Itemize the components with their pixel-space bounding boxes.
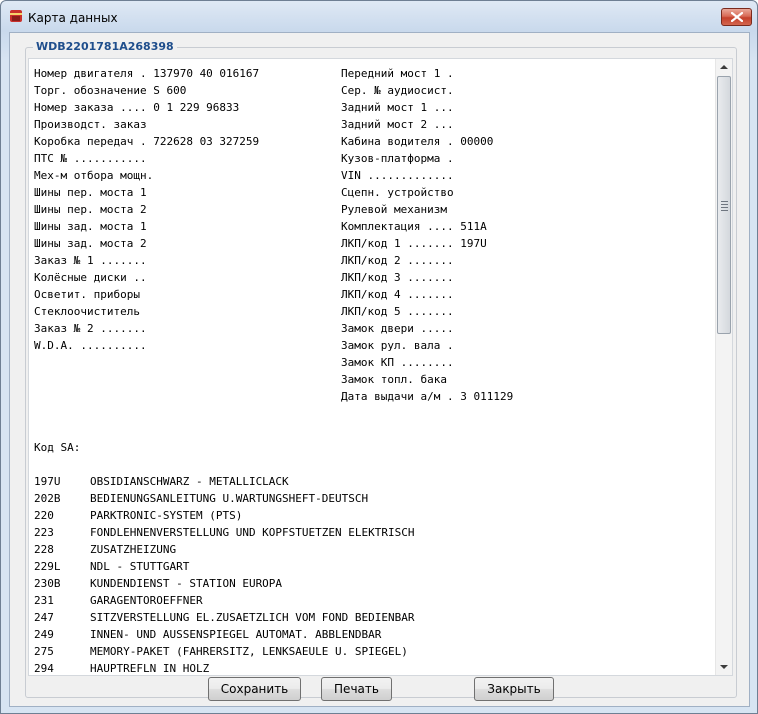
sa-code: 231 bbox=[34, 594, 54, 607]
vin-groupbox: WDB2201781A268398 Номер двигателя . 1379… bbox=[25, 40, 737, 698]
field-line: Номер двигателя . 137970 40 016167 bbox=[34, 67, 260, 80]
field-line: Торг. обозначение S 600 bbox=[34, 84, 187, 97]
sa-code-row: 249 INNEN- UND AUSSENSPIEGEL AUTOMAT. ABB… bbox=[34, 626, 714, 643]
sa-description: KUNDENDIENST - STATION EUROPA bbox=[90, 577, 283, 590]
sa-description: MEMORY-PAKET (FAHRERSITZ, LENKSAEULE U. … bbox=[90, 645, 408, 658]
vin-group-title: WDB2201781A268398 bbox=[33, 40, 177, 53]
sa-code-row: 223 FONDLEHNENVERSTELLUNG UND KOPFSTUETZE… bbox=[34, 524, 714, 541]
field-line: Задний мост 2 ... bbox=[341, 118, 454, 131]
close-x-icon bbox=[731, 12, 743, 22]
field-line: Номер заказа .... 0 1 229 96833 bbox=[34, 101, 240, 114]
field-line: ЛКП/код 4 ....... bbox=[341, 288, 454, 301]
field-line: VIN ............. bbox=[341, 169, 454, 182]
field-line: ЛКП/код 1 ....... 197U bbox=[341, 237, 487, 250]
sa-code-row: 294 HAUPTREFLN IN HOLZ bbox=[34, 660, 714, 675]
sa-code: 229L bbox=[34, 560, 61, 573]
data-text-area[interactable]: Номер двигателя . 137970 40 016167 Торг. … bbox=[28, 58, 733, 676]
field-line: Сцепн. устройство bbox=[341, 186, 454, 199]
field-line: Заказ № 1 ....... bbox=[34, 254, 147, 267]
field-line: Заказ № 2 ....... bbox=[34, 322, 147, 335]
grip-icon bbox=[721, 201, 728, 213]
sa-description: OBSIDIANSCHWARZ - METALLICLACK bbox=[90, 475, 289, 488]
field-line: Кабина водителя . 00000 bbox=[341, 135, 494, 148]
field-line: ЛКП/код 2 ....... bbox=[341, 254, 454, 267]
field-line: Рулевой механизм bbox=[341, 203, 447, 216]
sa-code-row: 229L NDL - STUTTGART bbox=[34, 558, 714, 575]
sa-description: FONDLEHNENVERSTELLUNG UND KOPFSTUETZEN E… bbox=[90, 526, 415, 539]
field-line: Замок топл. бака bbox=[341, 373, 447, 386]
sa-description: PARKTRONIC-SYSTEM (PTS) bbox=[90, 509, 243, 522]
sa-code: 197U bbox=[34, 475, 61, 488]
scroll-down-arrow[interactable] bbox=[716, 658, 732, 675]
sa-code: 202B bbox=[34, 492, 61, 505]
sa-code: 220 bbox=[34, 509, 54, 522]
field-line: Коробка передач . 722628 03 327259 bbox=[34, 135, 260, 148]
sa-code: 230B bbox=[34, 577, 61, 590]
close-button[interactable]: Закрыть bbox=[474, 677, 554, 701]
sa-code-row: 230B KUNDENDIENST - STATION EUROPA bbox=[34, 575, 714, 592]
sa-code-row: 220 PARKTRONIC-SYSTEM (PTS) bbox=[34, 507, 714, 524]
field-line: Кузов-платформа . bbox=[341, 152, 454, 165]
sa-codes-list: 197U OBSIDIANSCHWARZ - METALLICLACK 202B BE… bbox=[34, 473, 714, 675]
field-line: Сер. № аудиосист. bbox=[341, 84, 454, 97]
field-line: W.D.A. .......... bbox=[34, 339, 147, 352]
sa-description: HAUPTREFLN IN HOLZ bbox=[90, 662, 210, 675]
field-line: Шины зад. моста 2 bbox=[34, 237, 147, 250]
sa-description: GARAGENTOROEFFNER bbox=[90, 594, 203, 607]
sa-codes-label: Код SA: bbox=[34, 441, 81, 454]
field-line: Комплектация .... 511A bbox=[341, 220, 487, 233]
chevron-up-icon bbox=[720, 65, 728, 69]
sa-code: 228 bbox=[34, 543, 54, 556]
field-line: Шины пер. моста 2 bbox=[34, 203, 147, 216]
field-line: Шины пер. моста 1 bbox=[34, 186, 147, 199]
scroll-thumb[interactable] bbox=[717, 76, 731, 334]
chevron-down-icon bbox=[720, 665, 728, 669]
field-line: Мех-м отбора мощн. bbox=[34, 169, 154, 182]
sa-code-row: 275 MEMORY-PAKET (FAHRERSITZ, LENKSAEULE … bbox=[34, 643, 714, 660]
field-line: ЛКП/код 3 ....... bbox=[341, 271, 454, 284]
sa-description: ZUSATZHEIZUNG bbox=[90, 543, 177, 556]
sa-description: INNEN- UND AUSSENSPIEGEL AUTOMAT. ABBLEN… bbox=[90, 628, 382, 641]
text-content[interactable]: Номер двигателя . 137970 40 016167 Торг. … bbox=[29, 59, 717, 675]
sa-code-row: 228 ZUSATZHEIZUNG bbox=[34, 541, 714, 558]
fields-right-column: Передний мост 1 . Сер. № аудиосист. Задний… bbox=[341, 65, 711, 405]
scroll-up-arrow[interactable] bbox=[716, 59, 732, 76]
field-line: Дата выдачи а/м . 3 011129 bbox=[341, 390, 514, 403]
field-line: Стеклоочиститель bbox=[34, 305, 140, 318]
field-line: Передний мост 1 . bbox=[341, 67, 454, 80]
sa-description: BEDIENUNGSANLEITUNG U.WARTUNGSHEFT-DEUTS… bbox=[90, 492, 369, 505]
sa-code: 275 bbox=[34, 645, 54, 658]
sa-code-row: 202B BEDIENUNGSANLEITUNG U.WARTUNGSHEFT-D… bbox=[34, 490, 714, 507]
field-line: Замок КП ........ bbox=[341, 356, 454, 369]
sa-description: SITZVERSTELLUNG EL.ZUSAETZLICH VOM FOND … bbox=[90, 611, 415, 624]
sa-code-row: 247 SITZVERSTELLUNG EL.ZUSAETZLICH VOM FO… bbox=[34, 609, 714, 626]
sa-code: 247 bbox=[34, 611, 54, 624]
field-line: Шины зад. моста 1 bbox=[34, 220, 147, 233]
sa-description: NDL - STUTTGART bbox=[90, 560, 190, 573]
field-line: ПТС № ........... bbox=[34, 152, 147, 165]
window-title: Карта данных bbox=[28, 11, 118, 25]
fields-left-column: Номер двигателя . 137970 40 016167 Торг. … bbox=[34, 65, 334, 354]
sa-code: 294 bbox=[34, 662, 54, 675]
window-client-area: WDB2201781A268398 Номер двигателя . 1379… bbox=[9, 32, 750, 707]
sa-code-row: 197U OBSIDIANSCHWARZ - METALLICLACK bbox=[34, 473, 714, 490]
field-line: ЛКП/код 5 ....... bbox=[341, 305, 454, 318]
field-line: Колёсные диски .. bbox=[34, 271, 147, 284]
field-line: Задний мост 1 ... bbox=[341, 101, 454, 114]
field-line: Замок двери ..... bbox=[341, 322, 454, 335]
close-window-button[interactable] bbox=[721, 8, 752, 26]
print-button[interactable]: Печать bbox=[321, 677, 392, 701]
sa-code: 223 bbox=[34, 526, 54, 539]
sa-code: 249 bbox=[34, 628, 54, 641]
sa-code-row: 231 GARAGENTOROEFFNER bbox=[34, 592, 714, 609]
field-line: Осветит. приборы bbox=[34, 288, 140, 301]
vertical-scrollbar[interactable] bbox=[715, 59, 732, 675]
mercedes-star-icon bbox=[10, 10, 22, 22]
save-button[interactable]: Сохранить bbox=[208, 677, 301, 701]
field-line: Производст. заказ bbox=[34, 118, 147, 131]
field-line: Замок рул. вала . bbox=[341, 339, 454, 352]
data-card-window: Карта данных WDB2201781A268398 Номер дви… bbox=[0, 0, 758, 714]
title-bar[interactable]: Карта данных bbox=[1, 1, 757, 33]
